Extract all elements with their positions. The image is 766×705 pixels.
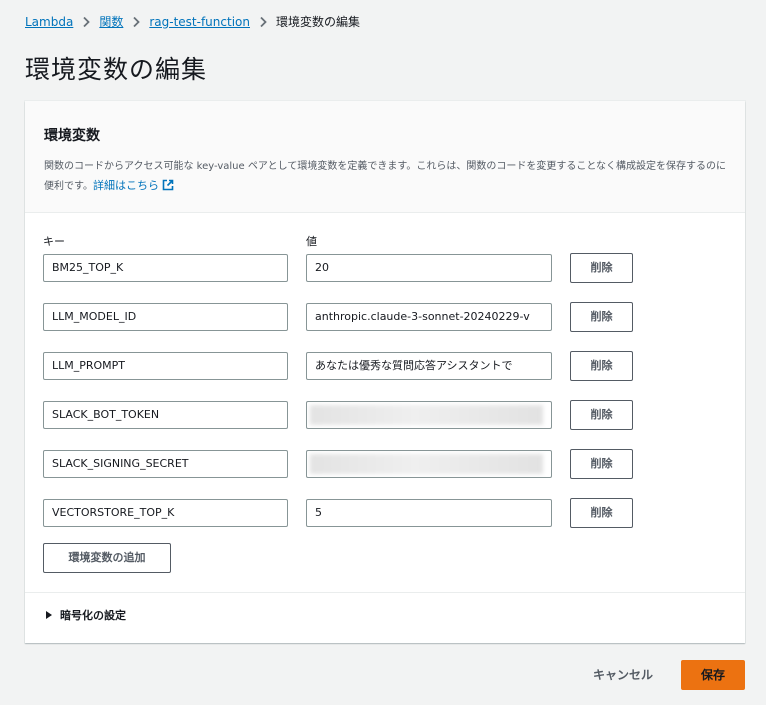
delete-variable-button[interactable]: 削除	[570, 449, 633, 479]
env-key-input[interactable]: SLACK_BOT_TOKEN	[43, 401, 288, 429]
page-title: 環境変数の編集	[25, 55, 208, 84]
section-divider	[25, 592, 745, 593]
cancel-button[interactable]: キャンセル	[580, 664, 666, 686]
chevron-right-icon	[133, 16, 141, 27]
env-value-input-masked[interactable]	[306, 450, 552, 478]
masked-value	[310, 454, 543, 474]
key-column-header: キー	[43, 235, 65, 248]
encryption-settings-expander[interactable]: 暗号化の設定	[44, 607, 126, 623]
env-value-input[interactable]: あなたは優秀な質問応答アシスタントで	[306, 352, 552, 380]
panel-description: 関数のコードからアクセス可能な key-value ペアとして環境変数を定義でき…	[44, 157, 734, 196]
chevron-right-icon	[83, 16, 91, 27]
env-key-input[interactable]: BM25_TOP_K	[43, 254, 288, 282]
caret-right-icon	[46, 611, 52, 619]
breadcrumb-item-current: 環境変数の編集	[275, 15, 360, 29]
env-key-input[interactable]: LLM_PROMPT	[43, 352, 288, 380]
env-value-input-masked[interactable]	[306, 401, 552, 429]
add-variable-button[interactable]: 環境変数の追加	[43, 543, 171, 573]
env-value-input[interactable]: 5	[306, 499, 552, 527]
encryption-settings-label: 暗号化の設定	[60, 609, 126, 622]
panel-title: 環境変数	[44, 128, 100, 144]
external-link-icon	[162, 179, 174, 191]
delete-variable-button[interactable]: 削除	[570, 400, 633, 430]
breadcrumb: Lambda 関数 rag-test-function 環境変数の編集	[25, 13, 360, 30]
breadcrumb-item-functions[interactable]: 関数	[99, 13, 123, 30]
value-column-header: 値	[306, 235, 317, 248]
chevron-right-icon	[260, 16, 267, 27]
env-key-input[interactable]: SLACK_SIGNING_SECRET	[43, 450, 288, 478]
env-value-input[interactable]: anthropic.claude-3-sonnet-20240229-v	[306, 303, 552, 331]
delete-variable-button[interactable]: 削除	[570, 302, 633, 332]
env-key-input[interactable]: LLM_MODEL_ID	[43, 303, 288, 331]
environment-variables-panel: 環境変数 関数のコードからアクセス可能な key-value ペアとして環境変数…	[25, 101, 745, 643]
panel-header: 環境変数 関数のコードからアクセス可能な key-value ペアとして環境変数…	[25, 101, 745, 213]
save-button[interactable]: 保存	[681, 660, 745, 690]
delete-variable-button[interactable]: 削除	[570, 351, 633, 381]
env-value-input[interactable]: 20	[306, 254, 552, 282]
learn-more-link[interactable]: 詳細はこちら	[93, 179, 174, 192]
env-key-input[interactable]: VECTORSTORE_TOP_K	[43, 499, 288, 527]
learn-more-link-label: 詳細はこちら	[93, 179, 159, 192]
breadcrumb-item-lambda[interactable]: Lambda	[25, 15, 73, 29]
breadcrumb-item-function-name[interactable]: rag-test-function	[149, 15, 250, 29]
delete-variable-button[interactable]: 削除	[570, 498, 633, 528]
masked-value	[310, 405, 543, 425]
delete-variable-button[interactable]: 削除	[570, 253, 633, 283]
